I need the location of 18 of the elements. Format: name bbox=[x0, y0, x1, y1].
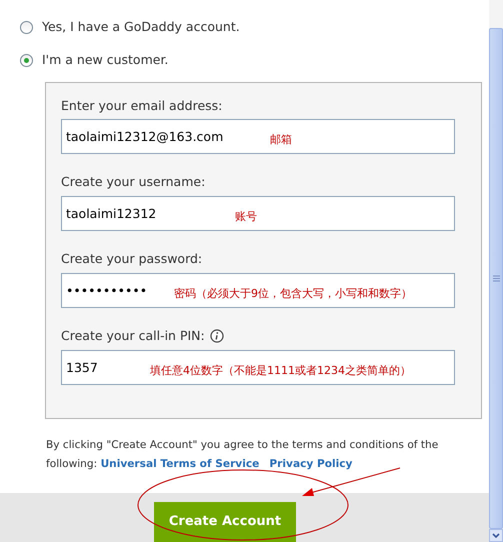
grip-icon bbox=[492, 275, 500, 282]
annotation-text: 填任意4位数字（不能是1111或者1234之类简单的） bbox=[150, 362, 411, 378]
info-icon[interactable] bbox=[210, 329, 224, 344]
annotation-text: 账号 bbox=[235, 209, 257, 225]
field-label: Enter your email address: bbox=[61, 96, 222, 115]
field-label: Create your password: bbox=[61, 250, 202, 268]
option-label: I'm a new customer. bbox=[42, 50, 168, 69]
terms-text: By clicking "Create Account" you agree to the terms and conditions of the following: Universal Terms of Service Privacy Policy bbox=[46, 438, 440, 472]
annotation-text: 邮箱 bbox=[270, 132, 292, 148]
radio-button[interactable] bbox=[20, 20, 33, 34]
scroll-down-button[interactable] bbox=[489, 529, 503, 542]
terms-link[interactable]: Universal Terms of Service bbox=[100, 458, 260, 470]
annotation-text: 密码（必须大于9位，包含大写，小写和和数字） bbox=[174, 286, 412, 302]
terms-link[interactable]: Privacy Policy bbox=[269, 458, 352, 470]
option-label: Yes, I have a GoDaddy account. bbox=[42, 18, 240, 36]
radio-button[interactable] bbox=[20, 54, 33, 67]
field-label: Create your call-in PIN: bbox=[61, 326, 205, 345]
field-label: Create your username: bbox=[61, 173, 206, 192]
